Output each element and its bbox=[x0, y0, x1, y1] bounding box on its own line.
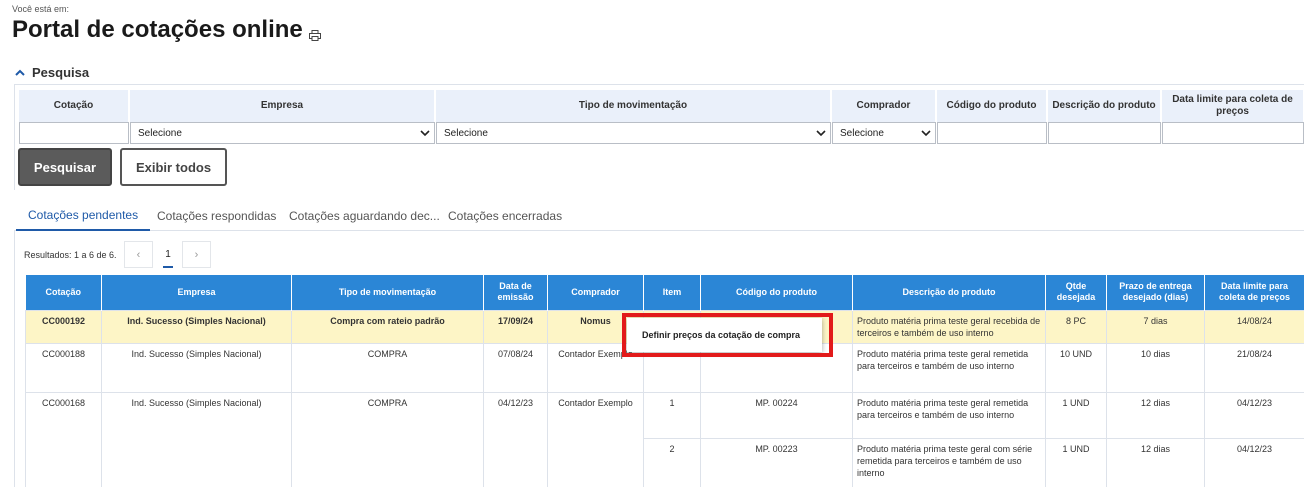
cell-data-emissao: 17/09/24 bbox=[483, 309, 548, 344]
cotacao-input[interactable] bbox=[19, 122, 129, 144]
search-section-toggle[interactable]: Pesquisa bbox=[14, 65, 89, 80]
col-header-codigo[interactable]: Código do produto bbox=[700, 275, 853, 310]
table-row[interactable]: CC000168 Ind. Sucesso (Simples Nacional)… bbox=[25, 391, 1304, 487]
cell-codigo: MP. 00224 bbox=[700, 391, 853, 439]
chevron-up-icon bbox=[15, 69, 25, 76]
cell-empresa: Ind. Sucesso (Simples Nacional) bbox=[101, 309, 292, 344]
filter-header-cotacao: Cotação bbox=[19, 90, 129, 122]
cell-data-limite: 04/12/23 bbox=[1204, 391, 1304, 439]
col-header-cotacao[interactable]: Cotação bbox=[25, 275, 102, 310]
tab-encerradas[interactable]: Cotações encerradas bbox=[448, 200, 562, 231]
cell-tipo: COMPRA bbox=[291, 391, 484, 487]
cell-tipo: COMPRA bbox=[291, 342, 484, 393]
col-header-tipo[interactable]: Tipo de movimentação bbox=[291, 275, 484, 310]
chevron-down-icon bbox=[816, 129, 826, 136]
cell-data-emissao: 04/12/23 bbox=[483, 391, 548, 487]
cell-comprador: Contador Exemplo bbox=[547, 391, 644, 487]
filter-header-descricao: Descrição do produto bbox=[1048, 90, 1161, 122]
tab-aguardando[interactable]: Cotações aguardando dec... bbox=[289, 200, 440, 231]
cell-cotacao: CC000188 bbox=[25, 342, 102, 393]
cell-cotacao: CC000192 bbox=[25, 309, 102, 344]
cell-descricao: Produto matéria prima teste geral recebi… bbox=[852, 309, 1046, 344]
cell-qtde: 10 UND bbox=[1045, 342, 1107, 393]
context-menu-define-prices[interactable]: Definir preços da cotação de compra bbox=[627, 318, 822, 352]
empresa-select-value: Selecione bbox=[138, 127, 182, 139]
pager-prev-button[interactable]: ‹ bbox=[124, 241, 153, 268]
col-header-data-limite[interactable]: Data limite para coleta de preços bbox=[1204, 275, 1304, 310]
col-header-descricao[interactable]: Descrição do produto bbox=[852, 275, 1046, 310]
cell-data-limite: 14/08/24 bbox=[1204, 309, 1304, 344]
filter-header-data-limite: Data limite para coleta de preços bbox=[1162, 90, 1304, 122]
comprador-select-value: Selecione bbox=[840, 127, 884, 139]
page-title: Portal de cotações online bbox=[12, 16, 303, 43]
data-limite-input[interactable] bbox=[1162, 122, 1304, 144]
filter-header-empresa: Empresa bbox=[130, 90, 435, 122]
filter-header-comprador: Comprador bbox=[832, 90, 936, 122]
cell-item: 2 bbox=[643, 437, 701, 487]
cell-prazo: 12 dias bbox=[1106, 391, 1205, 439]
chevron-down-icon bbox=[921, 129, 931, 136]
col-header-comprador[interactable]: Comprador bbox=[547, 275, 644, 310]
content-border bbox=[14, 231, 15, 487]
tab-pendentes[interactable]: Cotações pendentes bbox=[16, 200, 151, 231]
search-button[interactable]: Pesquisar bbox=[18, 148, 112, 186]
col-header-qtde[interactable]: Qtde desejada bbox=[1045, 275, 1107, 310]
breadcrumb: Você está em: bbox=[12, 4, 70, 14]
chevron-down-icon bbox=[420, 129, 430, 136]
filter-header-tipo: Tipo de movimentação bbox=[436, 90, 831, 122]
cell-prazo: 7 dias bbox=[1106, 309, 1205, 344]
cell-empresa: Ind. Sucesso (Simples Nacional) bbox=[101, 342, 292, 393]
cell-data-emissao: 07/08/24 bbox=[483, 342, 548, 393]
cell-cotacao: CC000168 bbox=[25, 391, 102, 487]
section-border bbox=[14, 84, 15, 190]
cell-qtde: 1 UND bbox=[1045, 391, 1107, 439]
pager-next-button[interactable]: › bbox=[182, 241, 211, 268]
tipo-select-value: Selecione bbox=[444, 127, 488, 139]
codigo-input[interactable] bbox=[937, 122, 1047, 144]
search-section-label: Pesquisa bbox=[32, 65, 90, 80]
cell-item: 1 bbox=[643, 391, 701, 439]
results-count: Resultados: 1 a 6 de 6. bbox=[24, 250, 117, 260]
col-header-data-emissao[interactable]: Data de emissão bbox=[483, 275, 548, 310]
show-all-button[interactable]: Exibir todos bbox=[120, 148, 227, 186]
tipo-select[interactable]: Selecione bbox=[436, 122, 831, 144]
table-header-row: Cotação Empresa Tipo de movimentação Dat… bbox=[25, 275, 1304, 310]
cell-descricao: Produto matéria prima teste geral remeti… bbox=[852, 391, 1046, 439]
cell-empresa: Ind. Sucesso (Simples Nacional) bbox=[101, 391, 292, 487]
filter-header-codigo: Código do produto bbox=[937, 90, 1047, 122]
cell-descricao: Produto matéria prima teste geral remeti… bbox=[852, 342, 1046, 393]
empresa-select[interactable]: Selecione bbox=[130, 122, 435, 144]
page-title-row: Portal de cotações online bbox=[12, 16, 321, 44]
printer-icon[interactable] bbox=[308, 29, 321, 41]
cell-qtde: 8 PC bbox=[1045, 309, 1107, 344]
col-header-prazo[interactable]: Prazo de entrega desejado (dias) bbox=[1106, 275, 1205, 310]
col-header-empresa[interactable]: Empresa bbox=[101, 275, 292, 310]
descricao-input[interactable] bbox=[1048, 122, 1161, 144]
comprador-select[interactable]: Selecione bbox=[832, 122, 936, 144]
tab-respondidas[interactable]: Cotações respondidas bbox=[157, 200, 276, 231]
col-header-item[interactable]: Item bbox=[643, 275, 701, 310]
cell-descricao: Produto matéria prima teste geral com sé… bbox=[852, 437, 1046, 487]
cell-data-limite: 04/12/23 bbox=[1204, 437, 1304, 487]
cell-codigo: MP. 00223 bbox=[700, 437, 853, 487]
pager-page-1[interactable]: 1 bbox=[154, 241, 182, 268]
cell-prazo: 12 dias bbox=[1106, 437, 1205, 487]
section-divider bbox=[14, 84, 1304, 85]
quotations-table: Cotação Empresa Tipo de movimentação Dat… bbox=[25, 275, 1304, 487]
tabs-bar: Cotações pendentes Cotações respondidas … bbox=[14, 200, 1304, 231]
cell-qtde: 1 UND bbox=[1045, 437, 1107, 487]
cell-data-limite: 21/08/24 bbox=[1204, 342, 1304, 393]
cell-prazo: 10 dias bbox=[1106, 342, 1205, 393]
cell-tipo: Compra com rateio padrão bbox=[291, 309, 484, 344]
